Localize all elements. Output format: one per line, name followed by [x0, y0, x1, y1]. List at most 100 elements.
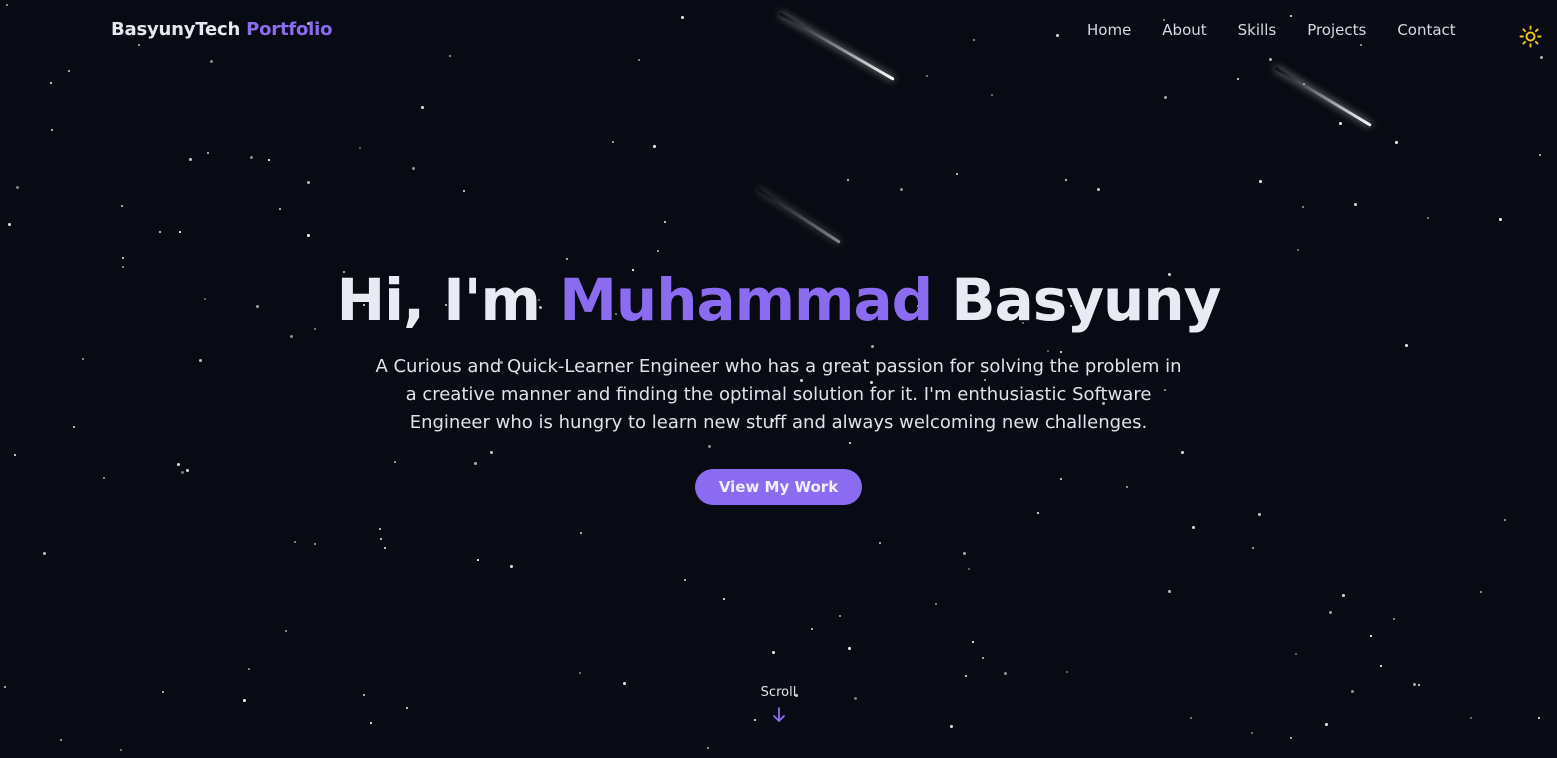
star-dot: [839, 615, 841, 617]
star-dot: [811, 628, 813, 630]
brand-name: BasyunyTech: [111, 19, 241, 40]
nav-link-projects[interactable]: Projects: [1307, 21, 1366, 39]
star-dot: [1066, 671, 1068, 673]
star-dot: [248, 668, 250, 670]
star-dot: [412, 167, 415, 170]
star-dot: [1065, 179, 1067, 181]
star-dot: [900, 188, 903, 191]
star-dot: [1168, 590, 1171, 593]
star-dot: [1258, 513, 1261, 516]
nav-link-home[interactable]: Home: [1087, 21, 1131, 39]
star-dot: [120, 749, 122, 751]
star-dot: [279, 208, 281, 210]
star-dot: [972, 641, 974, 643]
star-dot: [684, 579, 686, 581]
nav-link-contact[interactable]: Contact: [1397, 21, 1455, 39]
star-dot: [991, 94, 993, 96]
star-dot: [653, 145, 656, 148]
star-dot: [566, 258, 568, 260]
star-dot: [122, 257, 124, 259]
star-dot: [935, 603, 937, 605]
nav-link-about[interactable]: About: [1162, 21, 1206, 39]
star-dot: [926, 75, 928, 77]
star-dot: [1097, 188, 1100, 191]
star-dot: [879, 542, 881, 544]
star-dot: [1499, 218, 1502, 221]
nav-menu: Home About Skills Projects Contact: [1087, 21, 1456, 39]
star-dot: [43, 552, 46, 555]
brand-logo[interactable]: BasyunyTech Portfolio: [111, 19, 332, 40]
star-dot: [1192, 526, 1195, 529]
nav-link-skills[interactable]: Skills: [1238, 21, 1277, 39]
star-dot: [294, 541, 296, 543]
star-dot: [1237, 78, 1239, 80]
star-dot: [1504, 519, 1506, 521]
star-dot: [664, 221, 666, 223]
star-dot: [16, 186, 19, 189]
star-dot: [8, 223, 11, 226]
star-dot: [1004, 672, 1007, 675]
hero-last-name: Basyuny: [951, 266, 1221, 334]
star-dot: [510, 565, 513, 568]
star-dot: [51, 129, 53, 131]
star-dot: [848, 647, 851, 650]
star-dot: [68, 70, 70, 72]
star-dot: [1295, 653, 1297, 655]
star-dot: [1251, 732, 1253, 734]
star-dot: [1393, 618, 1395, 620]
star-dot: [1037, 512, 1039, 514]
arrow-down-icon: [772, 707, 785, 722]
star-dot: [579, 672, 581, 674]
star-dot: [965, 675, 967, 677]
hero-description: A Curious and Quick-Learner Engineer who…: [375, 356, 1182, 433]
star-dot: [1329, 611, 1332, 614]
scroll-indicator[interactable]: Scroll: [0, 685, 1557, 724]
star-dot: [1252, 547, 1254, 549]
star-dot: [1164, 96, 1167, 99]
star-dot: [359, 147, 361, 149]
hero-section: Hi, I'm Muhammad Basyuny A Curious and Q…: [0, 263, 1557, 505]
star-dot: [463, 190, 465, 192]
sun-icon: [1519, 25, 1542, 48]
star-dot: [956, 173, 958, 175]
star-dot: [1395, 141, 1398, 144]
star-dot: [1290, 737, 1292, 739]
star-dot: [268, 159, 270, 161]
star-dot: [1539, 154, 1541, 156]
star-dot: [189, 158, 192, 161]
star-dot: [963, 552, 966, 555]
scroll-label: Scroll: [760, 685, 797, 700]
star-dot: [580, 532, 582, 534]
hero-title: Hi, I'm Muhammad Basyuny: [0, 263, 1557, 337]
brand-accent: Portfolio: [246, 19, 333, 40]
star-dot: [1302, 206, 1304, 208]
star-dot: [968, 568, 970, 570]
star-dot: [1297, 249, 1299, 251]
portfolio-page: BasyunyTech Portfolio Home About Skills …: [0, 0, 1557, 758]
star-dot: [207, 152, 209, 154]
star-dot: [477, 559, 479, 561]
star-dot: [1342, 594, 1345, 597]
star-dot: [707, 747, 709, 749]
star-dot: [982, 657, 984, 659]
star-dot: [380, 538, 382, 540]
star-dot: [1427, 217, 1429, 219]
star-dot: [285, 630, 287, 632]
hero-first-name: Muhammad: [559, 266, 933, 334]
star-dot: [421, 106, 424, 109]
star-dot: [612, 141, 614, 143]
view-my-work-button[interactable]: View My Work: [694, 469, 863, 505]
star-dot: [1339, 122, 1342, 125]
star-dot: [950, 725, 953, 728]
navbar: BasyunyTech Portfolio Home About Skills …: [0, 0, 1557, 62]
star-dot: [307, 234, 310, 237]
star-dot: [847, 179, 849, 181]
star-dot: [772, 651, 775, 654]
star-dot: [1380, 665, 1382, 667]
star-dot: [384, 547, 386, 549]
star-dot: [1354, 203, 1357, 206]
theme-toggle-button[interactable]: [1519, 25, 1542, 48]
star-dot: [314, 543, 316, 545]
star-dot: [121, 205, 123, 207]
star-dot: [250, 156, 253, 159]
